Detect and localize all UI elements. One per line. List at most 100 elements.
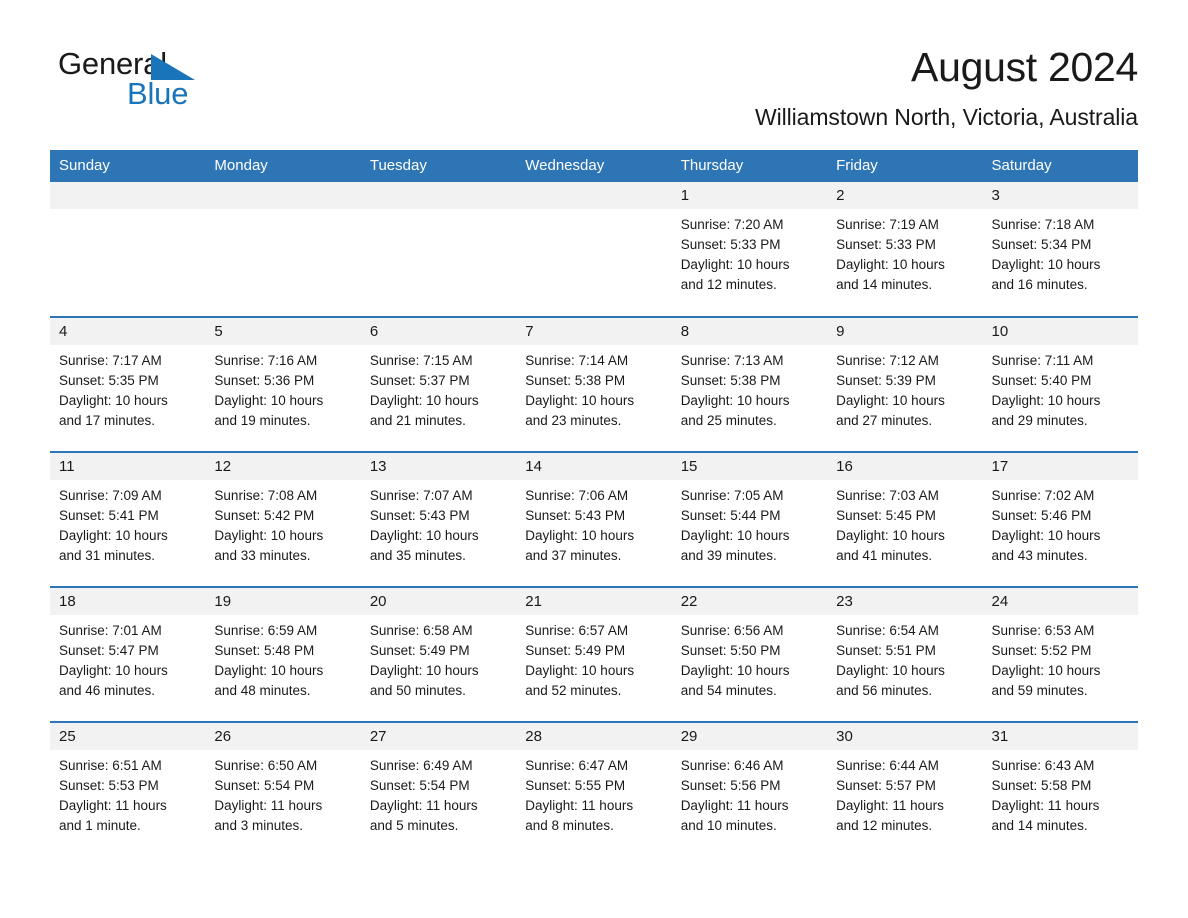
- calendar-day-cell[interactable]: 29 Sunrise: 6:46 AM Sunset: 5:56 PM Dayligh…: [671, 721, 828, 858]
- calendar-day-cell[interactable]: 9 Sunrise: 7:12 AM Sunset: 5:39 PM Daylight…: [827, 316, 983, 453]
- calendar-day-cell[interactable]: 21 Sunrise: 6:57 AM Sunset: 5:49 PM Dayligh…: [516, 586, 672, 723]
- day-details: Sunrise: 7:18 AM Sunset: 5:34 PM Daylight:…: [983, 209, 1138, 295]
- calendar-day-cell[interactable]: 1 Sunrise: 7:20 AM Sunset: 5:33 PM Daylight…: [671, 182, 828, 317]
- sunrise-text: Sunrise: 7:02 AM: [991, 488, 1095, 504]
- sunrise-text: Sunrise: 6:47 AM: [525, 758, 629, 774]
- daylight-text-line1: Daylight: 10 hours: [369, 528, 479, 544]
- calendar-day-cell[interactable]: 25 Sunrise: 6:51 AM Sunset: 5:53 PM Dayligh…: [50, 721, 206, 858]
- sunrise-text: Sunrise: 7:20 AM: [680, 217, 784, 233]
- daylight-text-line2: and 59 minutes.: [991, 683, 1088, 699]
- sunrise-text: Sunrise: 6:51 AM: [59, 758, 162, 774]
- calendar-day-cell[interactable]: 14 Sunrise: 7:06 AM Sunset: 5:43 PM Dayligh…: [516, 451, 672, 588]
- sunset-text: Sunset: 5:52 PM: [991, 643, 1092, 659]
- daylight-text-line1: Daylight: 11 hours: [525, 798, 634, 814]
- daylight-text-line1: Daylight: 10 hours: [991, 257, 1101, 273]
- calendar-day-cell[interactable]: 5 Sunrise: 7:16 AM Sunset: 5:36 PM Daylight…: [205, 316, 361, 453]
- sunset-text: Sunset: 5:54 PM: [214, 778, 315, 794]
- calendar-day-cell[interactable]: 28 Sunrise: 6:47 AM Sunset: 5:55 PM Dayligh…: [516, 721, 672, 858]
- daylight-text-line2: and 48 minutes.: [214, 683, 311, 699]
- calendar-day-cell[interactable]: 2 Sunrise: 7:19 AM Sunset: 5:33 PM Daylight…: [827, 182, 983, 317]
- day-details: Sunrise: 7:02 AM Sunset: 5:46 PM Daylight:…: [983, 480, 1138, 566]
- sunrise-text: Sunrise: 6:56 AM: [680, 623, 784, 639]
- calendar-day-cell[interactable]: 16 Sunrise: 7:03 AM Sunset: 5:45 PM Dayligh…: [827, 451, 983, 588]
- daylight-text-line1: Daylight: 10 hours: [214, 393, 324, 409]
- calendar-day-cell[interactable]: 22 Sunrise: 6:56 AM Sunset: 5:50 PM Dayligh…: [671, 586, 828, 723]
- sunset-text: Sunset: 5:50 PM: [680, 643, 781, 659]
- daylight-text-line2: and 31 minutes.: [59, 548, 156, 564]
- calendar-day-cell[interactable]: 19 Sunrise: 6:59 AM Sunset: 5:48 PM Dayligh…: [205, 586, 361, 723]
- day-number: 28: [516, 723, 672, 751]
- sunset-text: Sunset: 5:49 PM: [369, 643, 470, 659]
- daylight-text-line2: and 27 minutes.: [836, 413, 933, 429]
- calendar-day-cell[interactable]: 4 Sunrise: 7:17 AM Sunset: 5:35 PM Daylight…: [50, 316, 206, 453]
- calendar-day-cell[interactable]: 13 Sunrise: 7:07 AM Sunset: 5:43 PM Dayligh…: [360, 451, 517, 588]
- calendar-day-cell[interactable]: 24 Sunrise: 6:53 AM Sunset: 5:52 PM Dayligh…: [982, 586, 1138, 723]
- sunset-text: Sunset: 5:40 PM: [991, 373, 1092, 389]
- calendar-body: 1 Sunrise: 7:20 AM Sunset: 5:33 PM Daylight…: [50, 182, 1138, 858]
- calendar-day-cell[interactable]: 3 Sunrise: 7:18 AM Sunset: 5:34 PM Daylight…: [982, 182, 1138, 317]
- day-number: 14: [516, 453, 672, 481]
- calendar-day-cell[interactable]: 20 Sunrise: 6:58 AM Sunset: 5:49 PM Dayligh…: [360, 586, 517, 723]
- calendar-day-cell[interactable]: 6 Sunrise: 7:15 AM Sunset: 5:37 PM Daylight…: [360, 316, 517, 453]
- daylight-text-line1: Daylight: 10 hours: [991, 393, 1101, 409]
- daylight-text-line1: Daylight: 10 hours: [836, 393, 945, 409]
- calendar-table: Sunday Monday Tuesday Wednesday Thursday Frid…: [50, 150, 1138, 858]
- daylight-text-line1: Daylight: 10 hours: [369, 393, 479, 409]
- day-number: 7: [516, 318, 672, 346]
- sunset-text: Sunset: 5:44 PM: [680, 508, 781, 524]
- day-number: 8: [671, 318, 828, 346]
- daylight-text-line2: and 19 minutes.: [214, 413, 311, 429]
- sunrise-text: Sunrise: 7:06 AM: [525, 488, 629, 504]
- daylight-text-line1: Daylight: 10 hours: [680, 257, 790, 273]
- calendar-day-cell[interactable]: 27 Sunrise: 6:49 AM Sunset: 5:54 PM Dayligh…: [360, 721, 517, 858]
- calendar-day-cell[interactable]: 12 Sunrise: 7:08 AM Sunset: 5:42 PM Dayligh…: [205, 451, 361, 588]
- daylight-text-line2: and 5 minutes.: [369, 818, 459, 834]
- day-details: Sunrise: 7:01 AM Sunset: 5:47 PM Daylight:…: [50, 615, 205, 701]
- page-subtitle: Williamstown North, Victoria, Australia: [755, 103, 1138, 130]
- calendar-day-cell[interactable]: 18 Sunrise: 7:01 AM Sunset: 5:47 PM Dayligh…: [50, 586, 206, 723]
- calendar-day-cell[interactable]: 10 Sunrise: 7:11 AM Sunset: 5:40 PM Dayligh…: [982, 316, 1138, 453]
- calendar-day-cell[interactable]: 11 Sunrise: 7:09 AM Sunset: 5:41 PM Dayligh…: [50, 451, 206, 588]
- daylight-text-line1: Daylight: 10 hours: [525, 528, 635, 544]
- day-number: 13: [360, 453, 517, 481]
- day-details: Sunrise: 7:19 AM Sunset: 5:33 PM Daylight:…: [827, 209, 982, 295]
- sunset-text: Sunset: 5:35 PM: [59, 373, 159, 389]
- day-number: 25: [50, 723, 206, 751]
- calendar-day-cell[interactable]: 17 Sunrise: 7:02 AM Sunset: 5:46 PM Dayligh…: [982, 451, 1138, 588]
- calendar-day-cell[interactable]: 31 Sunrise: 6:43 AM Sunset: 5:58 PM Dayligh…: [982, 721, 1138, 858]
- daylight-text-line2: and 17 minutes.: [59, 413, 156, 429]
- daylight-text-line1: Daylight: 11 hours: [59, 798, 167, 814]
- sunrise-text: Sunrise: 7:14 AM: [525, 353, 629, 369]
- calendar-day-cell[interactable]: 7 Sunrise: 7:14 AM Sunset: 5:38 PM Daylight…: [516, 316, 672, 453]
- day-details: Sunrise: 7:12 AM Sunset: 5:39 PM Daylight:…: [827, 345, 982, 431]
- calendar-day-cell[interactable]: 26 Sunrise: 6:50 AM Sunset: 5:54 PM Dayligh…: [205, 721, 361, 858]
- general-blue-logo[interactable]: General Blue: [50, 42, 200, 114]
- calendar-cell-empty: [50, 182, 206, 317]
- sunrise-text: Sunrise: 7:08 AM: [214, 488, 318, 504]
- day-details: Sunrise: 7:14 AM Sunset: 5:38 PM Daylight:…: [516, 345, 671, 431]
- day-number: 29: [671, 723, 828, 751]
- day-details: Sunrise: 6:50 AM Sunset: 5:54 PM Daylight:…: [205, 750, 360, 836]
- calendar-day-cell[interactable]: 15 Sunrise: 7:05 AM Sunset: 5:44 PM Dayligh…: [671, 451, 828, 588]
- day-number: 22: [671, 588, 828, 616]
- day-number: 17: [982, 453, 1138, 481]
- sunset-text: Sunset: 5:43 PM: [369, 508, 470, 524]
- day-details: Sunrise: 6:56 AM Sunset: 5:50 PM Daylight:…: [672, 615, 827, 701]
- daylight-text-line2: and 12 minutes.: [680, 277, 777, 293]
- sunset-text: Sunset: 5:33 PM: [680, 237, 781, 253]
- day-number: [205, 182, 361, 210]
- calendar-day-cell[interactable]: 8 Sunrise: 7:13 AM Sunset: 5:38 PM Daylight…: [671, 316, 828, 453]
- daylight-text-line1: Daylight: 10 hours: [214, 528, 324, 544]
- sunrise-text: Sunrise: 7:17 AM: [59, 353, 162, 369]
- day-number: 2: [827, 182, 983, 210]
- day-number: 3: [982, 182, 1138, 210]
- sunset-text: Sunset: 5:42 PM: [214, 508, 315, 524]
- daylight-text-line2: and 37 minutes.: [525, 548, 622, 564]
- day-details: Sunrise: 7:06 AM Sunset: 5:43 PM Daylight:…: [516, 480, 671, 566]
- calendar-day-cell[interactable]: 30 Sunrise: 6:44 AM Sunset: 5:57 PM Dayligh…: [827, 721, 983, 858]
- sunset-text: Sunset: 5:39 PM: [836, 373, 936, 389]
- daylight-text-line1: Daylight: 10 hours: [836, 663, 945, 679]
- day-details: Sunrise: 6:43 AM Sunset: 5:58 PM Daylight:…: [983, 750, 1138, 836]
- calendar-week-row: 4 Sunrise: 7:17 AM Sunset: 5:35 PM Daylight…: [50, 316, 1138, 453]
- calendar-day-cell[interactable]: 23 Sunrise: 6:54 AM Sunset: 5:51 PM Dayligh…: [827, 586, 983, 723]
